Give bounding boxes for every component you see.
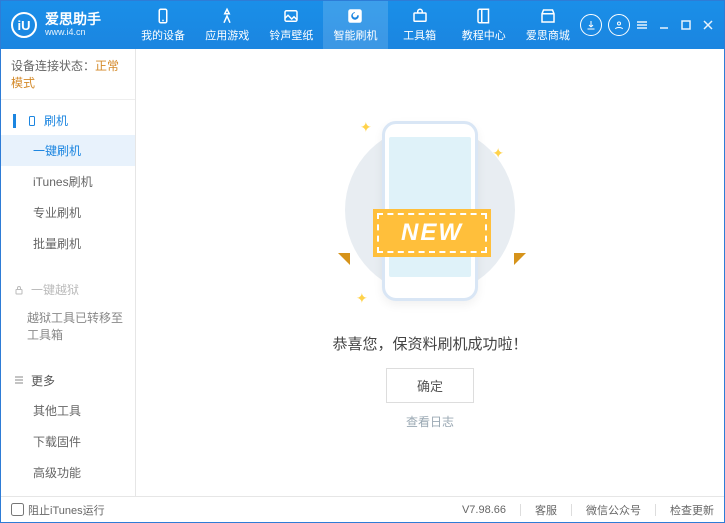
nav-tutorial[interactable]: 教程中心	[452, 1, 516, 49]
refresh-icon	[346, 7, 364, 25]
nav-toolbox[interactable]: 工具箱	[388, 1, 452, 49]
success-message: 恭喜您，保资料刷机成功啦！	[332, 333, 527, 354]
sidebar-item-itunes-flash[interactable]: iTunes刷机	[1, 166, 135, 197]
nav-smart-flash[interactable]: 智能刷机	[323, 1, 387, 49]
brand-text: 爱思助手 www.i4.cn	[45, 12, 101, 37]
window-controls	[636, 19, 714, 31]
footer-link-wechat[interactable]: 微信公众号	[586, 502, 641, 518]
top-nav: 我的设备 应用游戏 铃声壁纸 智能刷机 工具箱 教程中心	[131, 1, 580, 49]
sparkle-icon: ✦	[356, 290, 368, 307]
brand-name: 爱思助手	[45, 12, 101, 27]
sidebar-item-other-tools[interactable]: 其他工具	[1, 395, 135, 426]
sparkle-icon: ✦	[360, 119, 372, 136]
nav-my-device[interactable]: 我的设备	[131, 1, 195, 49]
menu-icon[interactable]	[636, 19, 648, 31]
footer-right: V7.98.66 客服 微信公众号 检查更新	[462, 502, 714, 518]
sparkle-icon: ✦	[492, 145, 504, 162]
phone-outline-icon	[26, 115, 38, 127]
book-icon	[475, 7, 493, 25]
footer-link-support[interactable]: 客服	[535, 502, 557, 518]
sidebar-jailbreak-section: 一键越狱 越狱工具已转移至工具箱	[1, 269, 135, 356]
brand-logo-icon: iU	[11, 12, 37, 38]
store-icon	[539, 7, 557, 25]
minimize-icon[interactable]	[658, 19, 670, 31]
sidebar-jailbreak-header[interactable]: 一键越狱	[1, 275, 135, 304]
sidebar-item-pro-flash[interactable]: 专业刷机	[1, 197, 135, 228]
toolbox-icon	[411, 7, 429, 25]
apps-icon	[218, 7, 236, 25]
titlebar: iU 爱思助手 www.i4.cn 我的设备 应用游戏 铃声壁纸 智能刷机	[1, 1, 724, 49]
version-label: V7.98.66	[462, 504, 506, 516]
sidebar-jailbreak-note: 越狱工具已转移至工具箱	[1, 304, 135, 350]
download-icon	[585, 19, 597, 31]
nav-apps-games[interactable]: 应用游戏	[195, 1, 259, 49]
sidebar-flash-section: 刷机 一键刷机 iTunes刷机 专业刷机 批量刷机	[1, 100, 135, 265]
account-button[interactable]	[608, 14, 630, 36]
close-icon[interactable]	[702, 19, 714, 31]
sidebar-flash-header[interactable]: 刷机	[1, 106, 135, 135]
main-content: ✦ ✦ ✦ NEW 恭喜您，保资料刷机成功啦！ 确定 查看日志	[136, 49, 724, 496]
sidebar: 设备连接状态：正常模式 刷机 一键刷机 iTunes刷机 专业刷机 批量刷机 一…	[1, 49, 136, 496]
sidebar-more-section: 更多 其他工具 下载固件 高级功能	[1, 360, 135, 494]
phone-icon	[154, 7, 172, 25]
ok-button[interactable]: 确定	[386, 368, 474, 403]
sidebar-item-advanced[interactable]: 高级功能	[1, 457, 135, 488]
maximize-icon[interactable]	[680, 19, 692, 31]
app-window: iU 爱思助手 www.i4.cn 我的设备 应用游戏 铃声壁纸 智能刷机	[0, 0, 725, 523]
nav-store[interactable]: 爱思商城	[516, 1, 580, 49]
user-icon	[613, 19, 625, 31]
nav-ringtone-wallpaper[interactable]: 铃声壁纸	[259, 1, 323, 49]
new-ribbon-label: NEW	[377, 213, 487, 253]
brand-block: iU 爱思助手 www.i4.cn	[11, 12, 131, 38]
sidebar-item-oneclick-flash[interactable]: 一键刷机	[1, 135, 135, 166]
view-log-link[interactable]: 查看日志	[406, 413, 454, 430]
footer: 阻止iTunes运行 V7.98.66 客服 微信公众号 检查更新	[1, 496, 724, 522]
checkbox-block-itunes[interactable]: 阻止iTunes运行	[11, 502, 105, 518]
list-icon	[13, 374, 25, 386]
sidebar-more-header[interactable]: 更多	[1, 366, 135, 395]
new-banner: NEW	[346, 211, 518, 255]
lock-icon	[13, 284, 25, 296]
sidebar-item-batch-flash[interactable]: 批量刷机	[1, 228, 135, 259]
active-bar-icon	[13, 114, 16, 128]
brand-url: www.i4.cn	[45, 28, 101, 38]
connection-status: 设备连接状态：正常模式	[1, 49, 135, 100]
body: 设备连接状态：正常模式 刷机 一键刷机 iTunes刷机 专业刷机 批量刷机 一…	[1, 49, 724, 496]
sidebar-item-download-firmware[interactable]: 下载固件	[1, 426, 135, 457]
footer-link-update[interactable]: 检查更新	[670, 502, 714, 518]
wallpaper-icon	[282, 7, 300, 25]
success-illustration: ✦ ✦ ✦ NEW	[350, 115, 510, 315]
download-button[interactable]	[580, 14, 602, 36]
checkbox-block-itunes-input[interactable]	[11, 503, 24, 516]
phone-screen-icon	[389, 137, 471, 277]
